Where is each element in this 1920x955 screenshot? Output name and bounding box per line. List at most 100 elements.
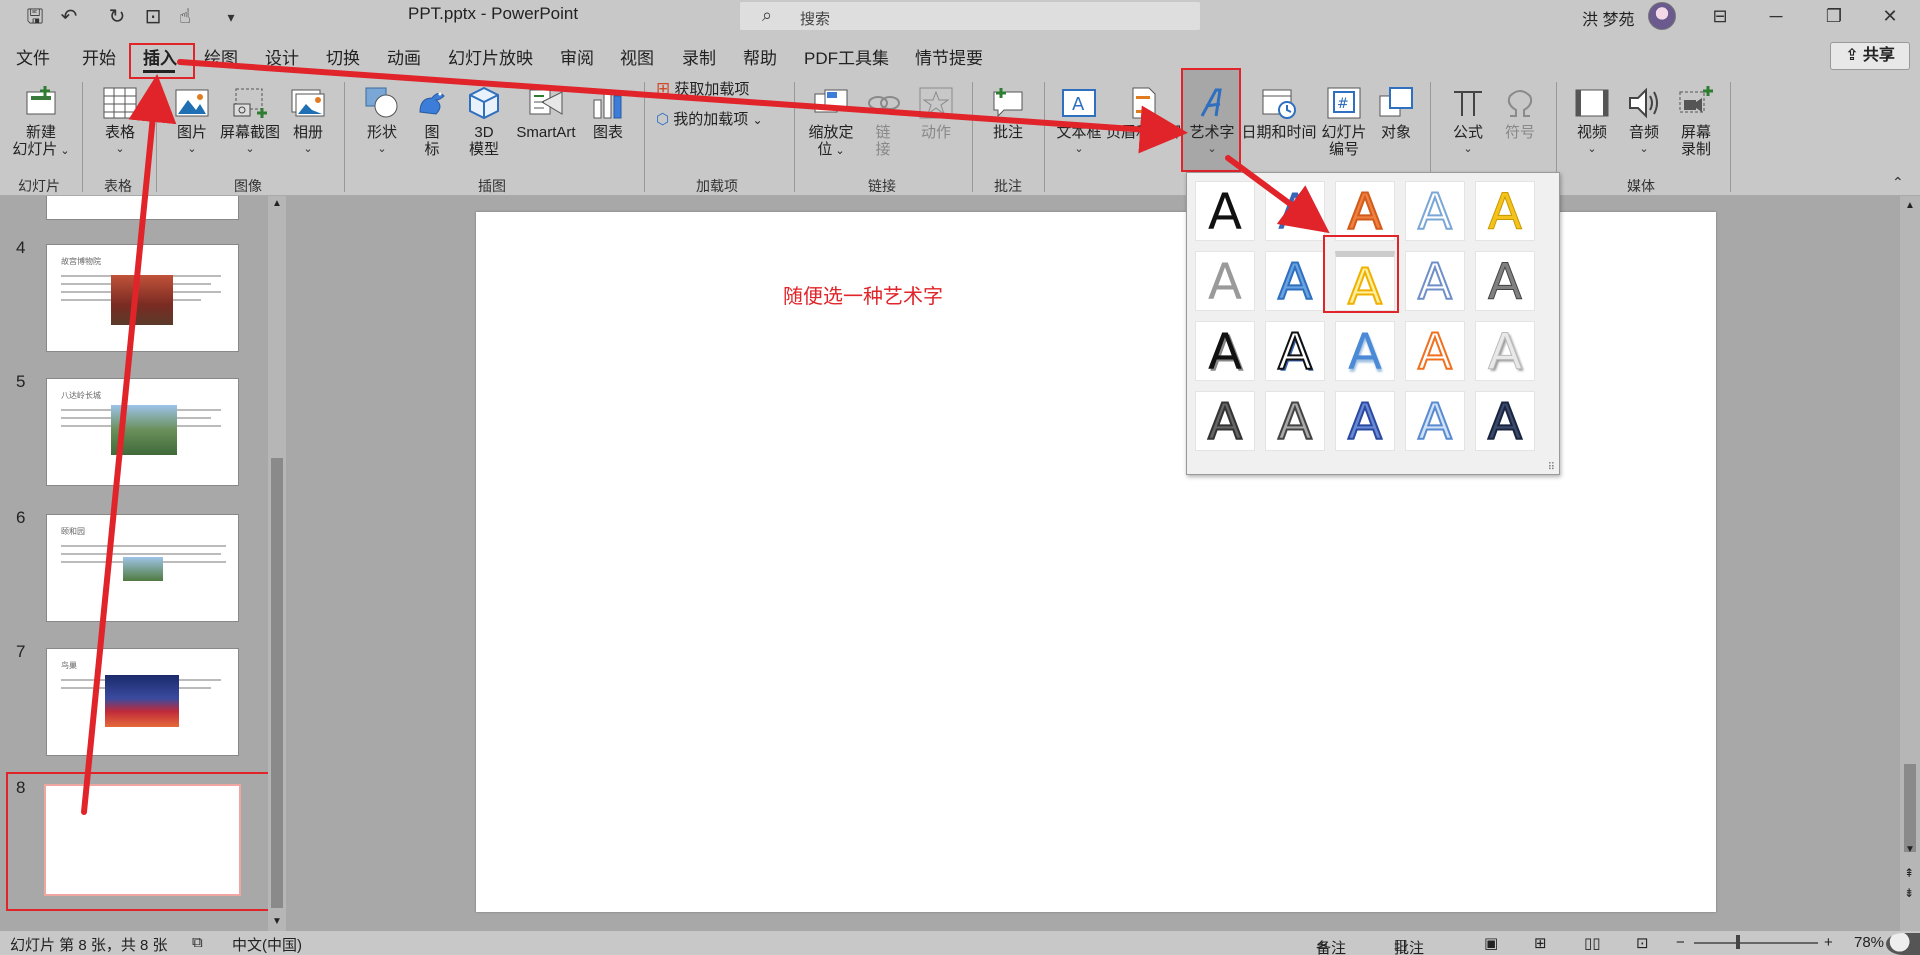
video-button[interactable]: 视频 ⌄ (1572, 86, 1612, 158)
chart-button[interactable]: 图表 (588, 86, 628, 141)
header-footer-button[interactable]: 页眉和页脚 (1106, 86, 1180, 141)
restore-icon[interactable]: ❐ (1814, 2, 1854, 30)
wordart-style-14[interactable]: A (1405, 321, 1465, 382)
assistant-avatar[interactable] (1886, 933, 1920, 955)
customize-icon[interactable]: ▾ (218, 6, 244, 28)
wordart-style-17[interactable]: A (1265, 391, 1325, 452)
tab-insert[interactable]: 插入 (143, 44, 177, 69)
wordart-style-20[interactable]: A (1475, 391, 1535, 452)
tab-pdf-tools[interactable]: PDF工具集 (804, 44, 889, 69)
wordart-style-13[interactable]: A (1335, 321, 1395, 381)
screenshot-button[interactable]: 屏幕截图 ⌄ (218, 86, 282, 158)
comment-button[interactable]: 批注 (988, 86, 1028, 141)
slide-thumbnail[interactable]: 颐和园 (46, 514, 239, 622)
tab-view[interactable]: 视图 (620, 44, 654, 69)
reading-view-icon[interactable]: ▯▯ (1584, 934, 1601, 952)
audio-button[interactable]: 音频 ⌄ (1624, 86, 1664, 158)
wordart-style-16[interactable]: A (1195, 391, 1255, 452)
slide-thumbnail[interactable]: 鸟巢 (46, 648, 239, 756)
tab-design[interactable]: 设计 (265, 44, 299, 69)
smartart-button[interactable]: SmartArt (510, 86, 582, 141)
scrollbar-thumb[interactable] (271, 458, 283, 908)
thumbnail-scrollbar[interactable]: ▲ ▼ (268, 196, 286, 931)
icons-button[interactable]: 图 标 (414, 86, 450, 158)
wordart-style-18[interactable]: A (1335, 391, 1395, 452)
tab-home[interactable]: 开始 (82, 44, 116, 69)
zoom-slider-thumb[interactable] (1736, 935, 1740, 949)
photo-album-button[interactable]: 相册 ⌄ (288, 86, 328, 158)
tab-record[interactable]: 录制 (682, 44, 716, 69)
scroll-up-icon[interactable]: ▲ (272, 198, 282, 209)
touch-icon[interactable]: ☝ (172, 6, 198, 28)
wordart-style-2[interactable]: A (1265, 181, 1325, 241)
wordart-style-9[interactable]: A (1405, 251, 1465, 312)
language[interactable]: 中文(中国) (232, 934, 302, 955)
scroll-down-icon[interactable]: ▼ (1905, 844, 1915, 855)
tab-storyboard[interactable]: 情节提要 (915, 44, 983, 69)
wordart-style-5[interactable]: A (1475, 181, 1535, 242)
3d-model-button[interactable]: 3D 模型 (466, 86, 502, 158)
zoom-slider[interactable] (1694, 942, 1818, 944)
next-slide-icon[interactable]: ⇟ (1904, 886, 1914, 900)
textbox-button[interactable]: A 文本框 ⌄ (1054, 86, 1104, 158)
action-button[interactable]: 动作 (916, 86, 956, 141)
ribbon-display-icon[interactable]: ⊟ (1700, 2, 1740, 30)
slide-thumbnail-selected[interactable] (44, 784, 241, 896)
tab-transitions[interactable]: 切换 (326, 44, 360, 69)
zoom-level[interactable]: 78% (1854, 934, 1884, 951)
undo-icon[interactable]: ↶ (56, 6, 82, 28)
tab-slideshow[interactable]: 幻灯片放映 (448, 44, 533, 69)
wordart-style-12[interactable]: A (1265, 321, 1325, 382)
screen-recording-button[interactable]: 屏幕 录制 (1676, 86, 1716, 158)
present-icon[interactable]: ⊡ (140, 6, 166, 28)
scrollbar-thumb[interactable] (1904, 764, 1916, 852)
collapse-ribbon-icon[interactable]: ⌃ (1892, 174, 1904, 191)
wordart-style-19[interactable]: A (1405, 391, 1465, 452)
normal-view-icon[interactable]: ▣ (1484, 934, 1498, 952)
slideshow-icon[interactable]: ⊡ (1636, 934, 1649, 952)
tab-file[interactable]: 文件 (16, 44, 50, 69)
wordart-style-11[interactable]: A (1195, 321, 1255, 381)
avatar[interactable] (1648, 2, 1676, 30)
wordart-style-7[interactable]: A (1265, 251, 1325, 312)
slide-number-button[interactable]: # 幻灯片 编号 (1318, 86, 1370, 158)
redo-icon[interactable]: ↻ (104, 6, 130, 28)
scroll-down-icon[interactable]: ▼ (272, 916, 282, 927)
object-button[interactable]: 对象 (1374, 86, 1418, 141)
shapes-button[interactable]: 形状 ⌄ (362, 86, 402, 158)
tab-review[interactable]: 审阅 (560, 44, 594, 69)
close-icon[interactable]: ✕ (1870, 2, 1910, 30)
slide-thumbnail[interactable]: 八达岭长城 (46, 378, 239, 486)
save-icon[interactable]: 🖫 (22, 6, 48, 28)
scroll-up-icon[interactable]: ▲ (1905, 200, 1915, 211)
equation-button[interactable]: 公式 ⌄ (1448, 86, 1488, 158)
search-box[interactable]: ⌕ 搜索 (740, 2, 1200, 30)
new-slide-button[interactable]: 新建 幻灯片 ⌄ (8, 86, 74, 160)
minimize-icon[interactable]: ─ (1756, 2, 1796, 30)
tab-animations[interactable]: 动画 (387, 44, 421, 69)
slide-thumbnail[interactable]: 故宫博物院 (46, 244, 239, 352)
wordart-style-10[interactable]: A (1475, 251, 1535, 312)
picture-button[interactable]: 图片 ⌄ (172, 86, 212, 158)
user-name[interactable]: 洪 梦苑 (1582, 6, 1634, 30)
slide-thumbnail-partial[interactable] (46, 196, 239, 220)
wordart-style-1[interactable]: A (1195, 181, 1255, 241)
wordart-style-15[interactable]: A (1475, 321, 1535, 382)
my-addins-button[interactable]: ⬡ 我的加载项 ⌄ (656, 111, 786, 129)
wordart-style-4[interactable]: A (1405, 181, 1465, 242)
table-button[interactable]: 表格 ⌄ (98, 86, 142, 158)
wordart-button-active[interactable]: 艺术字 ⌄ (1184, 86, 1240, 158)
date-time-button[interactable]: 日期和时间 (1240, 86, 1318, 141)
accessibility-icon[interactable]: ⧉ (192, 934, 203, 951)
wordart-style-6[interactable]: A (1195, 251, 1255, 311)
previous-slide-icon[interactable]: ⇞ (1904, 866, 1914, 880)
tab-draw[interactable]: 绘图 (204, 44, 238, 69)
zoom-out-icon[interactable]: − (1676, 934, 1685, 951)
symbol-button[interactable]: 符号 (1500, 86, 1540, 141)
zoom-button[interactable]: 缩放定 位 ⌄ (804, 86, 858, 160)
wordart-style-3[interactable]: A (1335, 181, 1395, 242)
editor-scrollbar[interactable]: ▲ ▼ ⇞ ⇟ (1900, 196, 1920, 931)
share-button[interactable]: ⇪ 共享 (1830, 42, 1910, 70)
get-addins-button[interactable]: ⊞ 获取加载项 (656, 80, 786, 98)
zoom-in-icon[interactable]: + (1824, 934, 1833, 951)
